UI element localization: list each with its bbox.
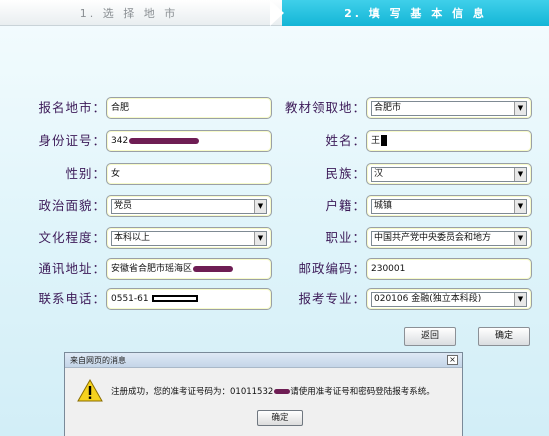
- confirm-button[interactable]: 确定: [478, 327, 530, 346]
- chevron-down-icon[interactable]: ▼: [514, 168, 526, 181]
- chevron-down-icon[interactable]: ▼: [254, 232, 266, 245]
- dialog-message-suffix: 请使用准考证号和密码登陆报考系统。: [290, 387, 435, 397]
- step-2-active: 2. 填 写 基 本 信 息: [282, 0, 549, 26]
- occupation-value: 中国共产党中央委员会和地方: [374, 233, 492, 243]
- id-number-value: 342: [111, 136, 129, 146]
- id-number-label: 身份证号：: [38, 133, 106, 148]
- dialog-ok-button[interactable]: 确定: [257, 410, 303, 426]
- name-field[interactable]: 王: [366, 130, 532, 152]
- education-select[interactable]: 本科以上 ▼: [106, 227, 272, 249]
- dialog-message-prefix: 注册成功，您的准考证号码为：01011532: [111, 387, 274, 397]
- postcode-label: 邮政编码：: [298, 261, 366, 276]
- alert-dialog: 来自网页的消息 × 注册成功，您的准考证号码为：01011532 请使用准考证号和…: [64, 352, 463, 436]
- political-status-label: 政治面貌：: [38, 198, 106, 213]
- political-status-value: 党员: [114, 201, 133, 211]
- hukou-label: 户籍：: [325, 198, 366, 213]
- major-value: 020106 金融(独立本科段): [374, 294, 482, 304]
- chevron-down-icon[interactable]: ▼: [514, 293, 526, 306]
- ethnicity-value: 汉: [374, 169, 384, 179]
- dialog-titlebar: 来自网页的消息 ×: [65, 353, 462, 368]
- education-value: 本科以上: [114, 233, 151, 243]
- redaction-mark: [129, 137, 200, 144]
- back-button[interactable]: 返回: [404, 327, 456, 346]
- textbook-location-select[interactable]: 合肥市 ▼: [366, 97, 532, 119]
- name-label: 姓名：: [325, 133, 366, 148]
- chevron-down-icon[interactable]: ▼: [514, 102, 526, 115]
- name-value: 王: [371, 136, 381, 146]
- postcode-value: 230001: [371, 264, 406, 274]
- chevron-down-icon[interactable]: ▼: [254, 200, 266, 213]
- education-label: 文化程度：: [38, 230, 106, 245]
- step-1: 1. 选 择 地 市: [0, 0, 282, 26]
- redaction-mark: [274, 389, 291, 394]
- gender-field[interactable]: 女: [106, 163, 272, 185]
- textbook-location-label: 教材领取地：: [284, 100, 366, 115]
- gender-value: 女: [111, 169, 121, 179]
- city-label: 报名地市：: [38, 100, 106, 115]
- redaction-mark: [151, 295, 198, 302]
- step-2-label: 2. 填 写 基 本 信 息: [344, 7, 487, 20]
- textbook-location-value: 合肥市: [374, 103, 402, 113]
- chevron-down-icon[interactable]: ▼: [514, 200, 526, 213]
- redaction-mark: [193, 265, 234, 272]
- dialog-message: 注册成功，您的准考证号码为：01011532 请使用准考证号和密码登陆报考系统。: [111, 385, 435, 397]
- phone-field[interactable]: 0551-61: [106, 288, 272, 310]
- dialog-title: 来自网页的消息: [70, 356, 126, 365]
- phone-value: 0551-61: [111, 294, 149, 304]
- address-value: 安徽省合肥市瑶海区: [111, 264, 193, 274]
- phone-label: 联系电话：: [38, 291, 106, 306]
- gender-label: 性别：: [65, 166, 106, 181]
- postcode-field[interactable]: 230001: [366, 258, 532, 280]
- hukou-value: 城镇: [374, 201, 393, 211]
- occupation-label: 职业：: [325, 230, 366, 245]
- city-field[interactable]: 合肥: [106, 97, 272, 119]
- address-label: 通讯地址：: [38, 261, 106, 276]
- occupation-select[interactable]: 中国共产党中央委员会和地方 ▼: [366, 227, 532, 249]
- hukou-select[interactable]: 城镇 ▼: [366, 195, 532, 217]
- warning-icon: [77, 379, 103, 402]
- major-select[interactable]: 020106 金融(独立本科段) ▼: [366, 288, 532, 310]
- id-number-field[interactable]: 342: [106, 130, 272, 152]
- major-label: 报考专业：: [298, 291, 366, 306]
- close-icon[interactable]: ×: [447, 355, 458, 365]
- political-status-select[interactable]: 党员 ▼: [106, 195, 272, 217]
- redaction-mark: [381, 135, 388, 146]
- step-header: 1. 选 择 地 市 2. 填 写 基 本 信 息: [0, 0, 549, 26]
- step-arrow: [270, 0, 284, 26]
- address-field[interactable]: 安徽省合肥市瑶海区: [106, 258, 272, 280]
- step-1-label: 1. 选 择 地 市: [79, 6, 179, 20]
- ethnicity-select[interactable]: 汉 ▼: [366, 163, 532, 185]
- chevron-down-icon[interactable]: ▼: [514, 232, 526, 245]
- city-value: 合肥: [111, 103, 130, 113]
- ethnicity-label: 民族：: [325, 166, 366, 181]
